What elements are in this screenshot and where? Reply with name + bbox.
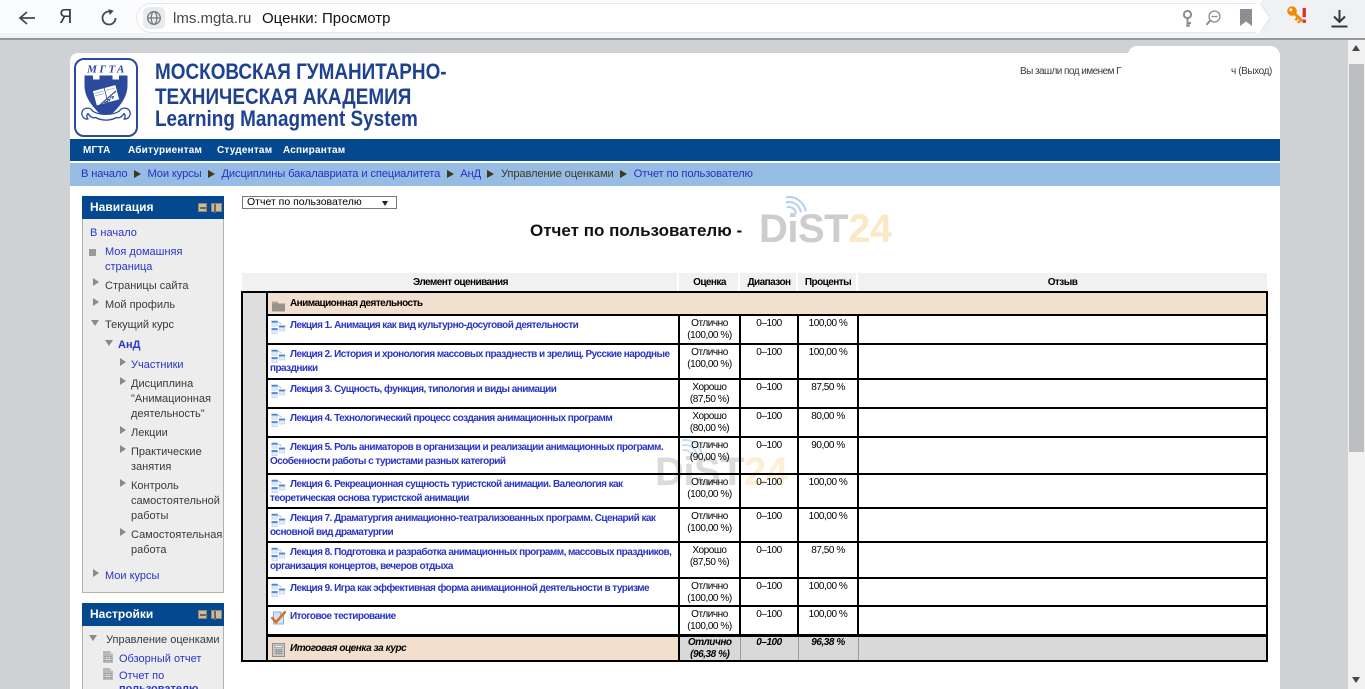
svg-text:МГТА: МГТА: [86, 64, 127, 76]
